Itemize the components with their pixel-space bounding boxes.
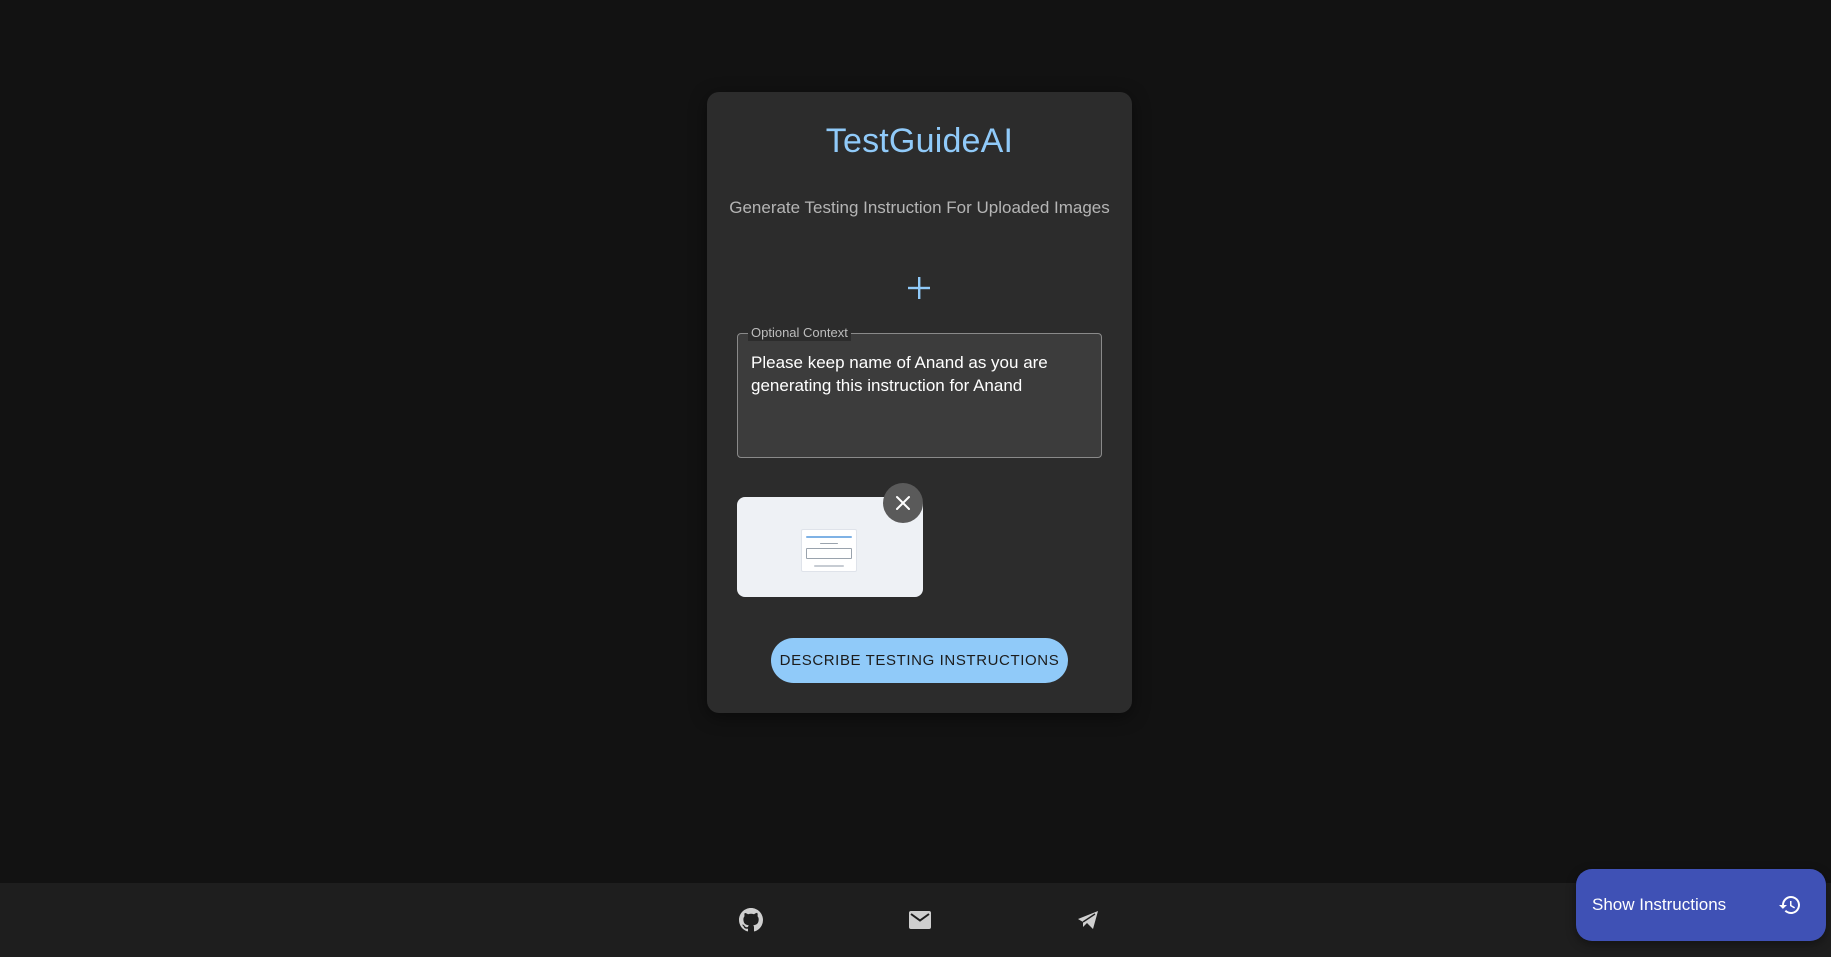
show-instructions-button[interactable]: Show Instructions [1576,869,1826,941]
remove-image-button[interactable] [883,483,923,523]
main-card: TestGuideAI Generate Testing Instruction… [707,92,1132,713]
show-instructions-label: Show Instructions [1592,895,1727,914]
optional-context-label: Optional Context [748,325,851,341]
app-subtitle: Generate Testing Instruction For Uploade… [729,198,1110,217]
github-link[interactable] [734,903,768,937]
plus-icon [908,277,930,299]
preview-page-thumbnail [801,529,857,572]
app-title: TestGuideAI [825,122,1014,160]
page: TestGuideAI Generate Testing Instruction… [0,0,1831,957]
optional-context-input[interactable]: Please keep name of Anand as you are gen… [751,351,1089,397]
telegram-icon [1078,911,1098,929]
optional-context-field[interactable]: Optional Context Please keep name of Ana… [737,325,1102,458]
github-icon [739,908,763,932]
close-icon [896,496,910,510]
history-icon [1779,896,1800,914]
upload-image-button[interactable] [897,266,941,310]
describe-testing-instructions-button[interactable]: DESCRIBE TESTING INSTRUCTIONS [771,638,1068,683]
mail-icon [909,911,931,929]
email-link[interactable] [903,903,937,937]
footer [0,883,1831,957]
telegram-link[interactable] [1071,903,1105,937]
